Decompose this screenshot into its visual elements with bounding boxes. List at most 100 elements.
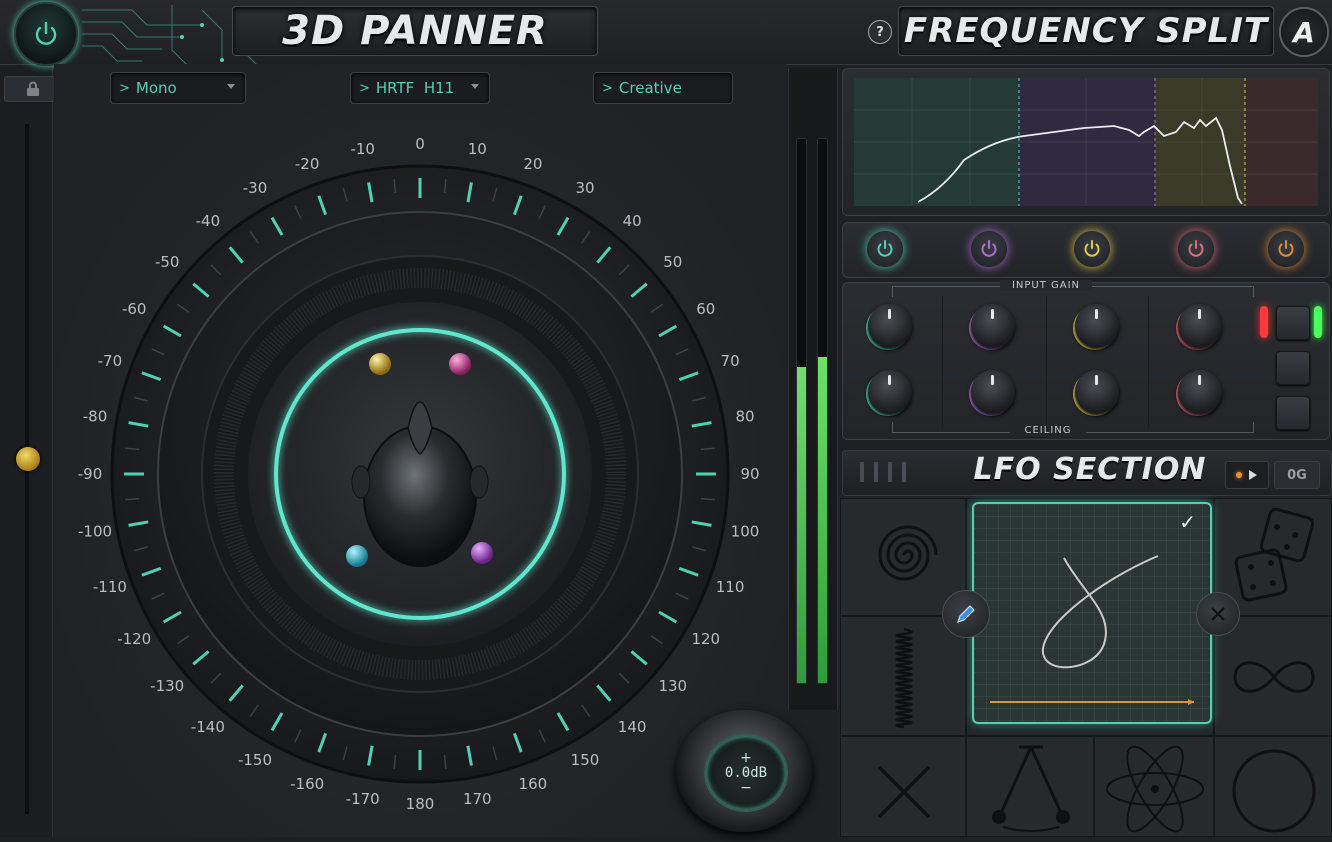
dial-tick-label: 70 (721, 352, 740, 370)
band-power-button[interactable] (1268, 231, 1304, 267)
dial-tick-label: 110 (716, 578, 745, 596)
infinity-icon (1233, 661, 1315, 693)
knob-column-divider (1148, 296, 1149, 428)
output-gain-value: 0.0dB (724, 765, 768, 781)
preset-dropdown-value: Creative (618, 79, 682, 97)
lfo-shape-circle[interactable] (1214, 736, 1332, 837)
dial-tick-label: 100 (731, 522, 760, 540)
lfo-shape-infinity[interactable] (1214, 616, 1332, 736)
dial-tick-label: -160 (290, 775, 324, 793)
vertical-slider-thumb[interactable] (16, 447, 40, 471)
gain-minus-button[interactable]: − (740, 781, 752, 795)
meter-right-fill (818, 356, 827, 683)
gain-plus-button[interactable]: + (740, 751, 752, 765)
preset-dropdown[interactable]: > Creative (593, 72, 733, 104)
dial-tick-label: 50 (663, 253, 682, 271)
dial-tick-label: 120 (691, 630, 720, 648)
lfo-shape-pendulum[interactable] (966, 736, 1094, 837)
knob-indicator (1198, 309, 1201, 319)
band-knob[interactable] (1075, 370, 1119, 414)
output-gain-display: + 0.0dB − (704, 734, 788, 812)
knob-indicator (1198, 375, 1201, 385)
knob-indicator (1095, 375, 1098, 385)
panner-dial[interactable]: 0 10 20 30 40 50 60 70 80 90 100 110 120 130 140 150 160… (60, 110, 780, 830)
knob-indicator (888, 309, 891, 319)
circle-icon (1232, 749, 1316, 833)
close-editor-button[interactable] (1196, 592, 1240, 636)
spring-icon (895, 627, 913, 729)
dial-tick-label: 150 (571, 751, 600, 769)
dial-tick-label: -80 (83, 408, 108, 426)
logo-letter: A (1293, 15, 1315, 49)
lfo-shape-spring[interactable] (840, 616, 966, 736)
band-power-button[interactable] (971, 231, 1007, 267)
lfo-editor[interactable]: ✓ (972, 502, 1212, 724)
lfo-play-button[interactable] (1225, 461, 1269, 489)
lfo-shape-atom[interactable] (1094, 736, 1214, 837)
band-knob[interactable] (1075, 304, 1119, 348)
red-indicator-led (1260, 306, 1268, 338)
source-gold-ball[interactable] (369, 353, 391, 375)
dial-tick-label: 90 (740, 465, 759, 483)
dial-tick-label: 80 (735, 408, 754, 426)
dial-tick-label: -130 (150, 677, 184, 695)
freq-split-title: FREQUENCY SPLIT (903, 11, 1269, 51)
band-knob[interactable] (1178, 370, 1222, 414)
meter-left-fill (797, 367, 806, 683)
band-knob[interactable] (868, 370, 912, 414)
knob-column-divider (942, 296, 943, 428)
lfo-og-button[interactable]: 0G (1274, 461, 1320, 489)
dial-tick-label: -110 (93, 578, 127, 596)
ceiling-label: CEILING (1010, 425, 1086, 436)
band-power-button[interactable] (1074, 231, 1110, 267)
dial-tick-label: -170 (346, 790, 380, 808)
source-purple-ball[interactable] (471, 542, 493, 564)
dial-tick-label: -90 (78, 465, 103, 483)
dial-tick-label: 130 (658, 677, 687, 695)
power-icon (1188, 240, 1204, 257)
power-icon (877, 240, 893, 257)
band-power-button[interactable] (1178, 231, 1214, 267)
hrtf-dropdown[interactable]: > HRTF H11 (350, 72, 490, 104)
close-icon (1211, 607, 1225, 621)
play-icon (1249, 470, 1257, 480)
lfo-shape-cross[interactable] (840, 736, 966, 837)
knob-indicator (888, 375, 891, 385)
caret-down-icon (471, 84, 479, 89)
pencil-icon (957, 605, 975, 623)
dial-tick-label: 30 (575, 179, 594, 197)
band-power-button[interactable] (867, 231, 903, 267)
dial-tick-label: 0 (415, 135, 425, 153)
pencil-edit-button[interactable] (942, 590, 990, 638)
dial-tick-label: 20 (523, 155, 542, 173)
pendulum-icon (992, 745, 1070, 832)
source-pink-ball[interactable] (449, 353, 471, 375)
help-button[interactable]: ? (868, 20, 892, 44)
mode-dropdown[interactable]: > Mono (110, 72, 246, 104)
panner-title-plate: 3D PANNER (232, 6, 598, 56)
dial-tick-label: 140 (618, 718, 647, 736)
lfo-curve (990, 555, 1194, 705)
dial-tick-label: -40 (196, 212, 221, 230)
meter-left-track (796, 138, 807, 684)
lfo-title: LFO SECTION (973, 452, 1207, 487)
source-cyan-ball[interactable] (346, 545, 368, 567)
caret-down-icon (227, 84, 235, 89)
band-knob[interactable] (1178, 304, 1222, 348)
lfo-og-label: 0G (1287, 467, 1307, 483)
band-knob[interactable] (868, 304, 912, 348)
dial-tick-label: -100 (78, 522, 112, 540)
band-option-button-3[interactable] (1276, 396, 1310, 430)
power-icon (1278, 240, 1294, 257)
output-gain-knob[interactable]: + 0.0dB − (676, 710, 812, 832)
dial-tick-label: -30 (243, 179, 268, 197)
cross-icon (877, 765, 931, 819)
atom-icon (1106, 745, 1204, 833)
band-knob[interactable] (971, 304, 1015, 348)
band-option-button-2[interactable] (1276, 351, 1310, 385)
dial-tick-label: -50 (155, 253, 180, 271)
dial-tick-label: -20 (295, 155, 320, 173)
spectrum-display[interactable] (854, 78, 1318, 206)
band-option-button-1[interactable] (1276, 306, 1310, 340)
band-knob[interactable] (971, 370, 1015, 414)
